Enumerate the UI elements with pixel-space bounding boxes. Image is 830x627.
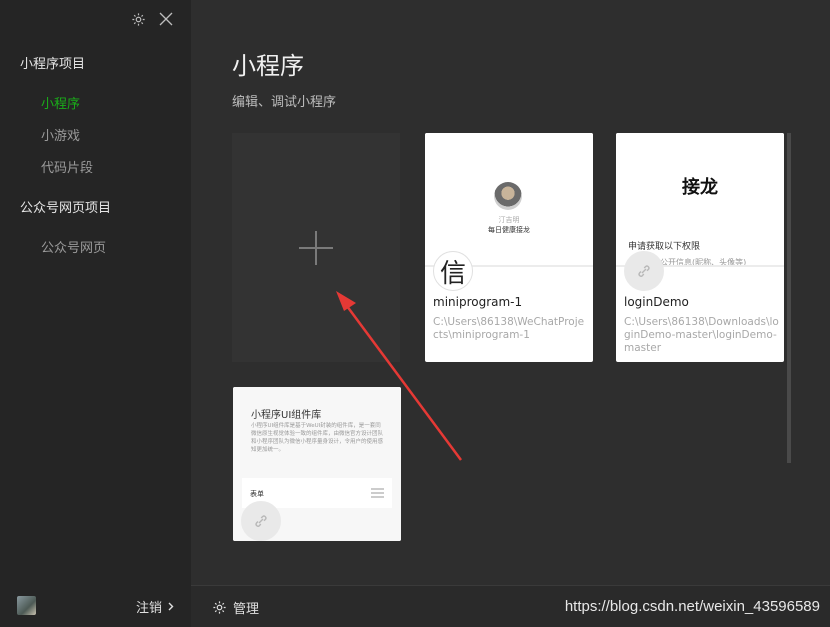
main-panel: 小程序 编辑、调试小程序 汀吉明 每日健康接龙 信 miniprogram-1 … xyxy=(191,0,830,585)
manage-button[interactable]: 管理 xyxy=(212,598,259,617)
sidebar: 小程序项目 小程序 小游戏 代码片段 公众号网页项目 公众号网页 注销 xyxy=(0,0,191,627)
bottom-bar: 管理 https://blog.csdn.net/weixin_43596589 xyxy=(191,585,830,627)
chevron-right-icon xyxy=(168,602,174,611)
gear-icon[interactable] xyxy=(129,10,147,28)
annotation-arrow xyxy=(336,291,463,461)
close-icon[interactable] xyxy=(157,10,175,28)
sidebar-item-code-snippet[interactable]: 代码片段 xyxy=(41,157,93,176)
gear-icon xyxy=(213,601,226,614)
logout-button[interactable]: 注销 xyxy=(136,597,174,616)
manage-label: 管理 xyxy=(233,602,260,617)
section-title-official-web: 公众号网页项目 xyxy=(20,201,112,216)
sidebar-footer: 注销 xyxy=(0,585,191,627)
sidebar-item-miniprogram[interactable]: 小程序 xyxy=(41,93,80,112)
watermark-text: https://blog.csdn.net/weixin_43596589 xyxy=(564,598,820,615)
sidebar-item-official-web[interactable]: 公众号网页 xyxy=(41,237,106,256)
sidebar-item-minigame[interactable]: 小游戏 xyxy=(41,125,80,144)
section-title-miniprogram: 小程序项目 xyxy=(20,57,86,72)
avatar[interactable] xyxy=(17,596,36,615)
window-controls xyxy=(129,10,175,28)
logout-label: 注销 xyxy=(135,601,162,616)
